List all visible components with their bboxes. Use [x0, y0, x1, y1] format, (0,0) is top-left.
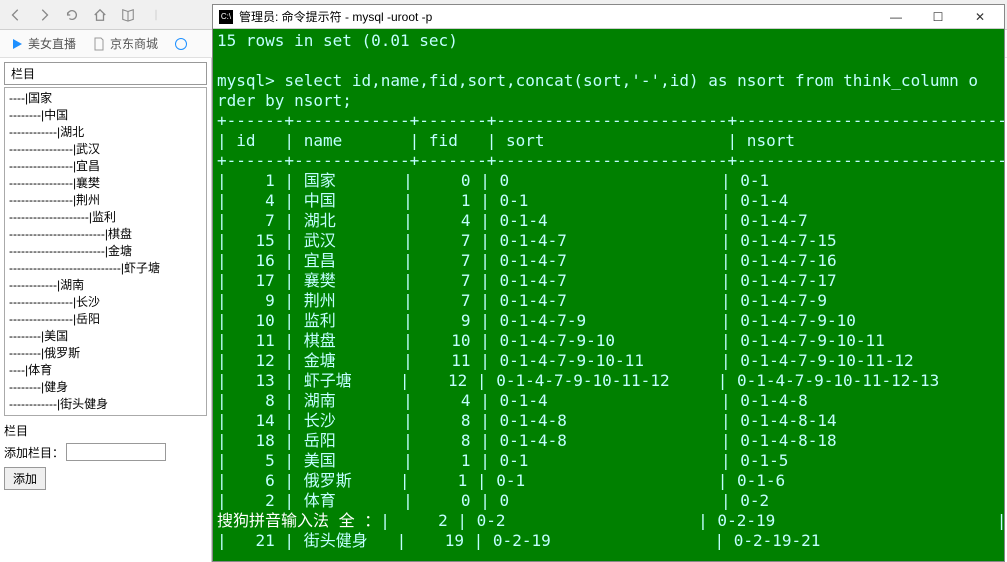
refresh-icon[interactable] — [64, 7, 80, 23]
tree-item[interactable]: --------|美国 — [9, 328, 202, 345]
cmd-icon: C:\ — [219, 10, 233, 24]
tree-item[interactable]: --------|健身 — [9, 379, 202, 396]
tree-item[interactable]: ------------------------|棋盘 — [9, 226, 202, 243]
terminal-body[interactable]: 15 rows in set (0.01 sec) mysql> select … — [213, 29, 1004, 561]
terminal-title: 管理员: 命令提示符 - mysql -uroot -p — [239, 8, 878, 25]
tree-item[interactable]: ----------------|武汉 — [9, 141, 202, 158]
tree-item[interactable]: ----------------------------|虾子塘 — [9, 260, 202, 277]
add-button[interactable]: 添加 — [4, 467, 46, 490]
tree-item[interactable]: ------------|湖南 — [9, 277, 202, 294]
terminal-titlebar[interactable]: C:\ 管理员: 命令提示符 - mysql -uroot -p — ☐ ✕ — [213, 5, 1004, 29]
tree-item[interactable]: ----|国家 — [9, 90, 202, 107]
tree-item[interactable]: --------|中国 — [9, 107, 202, 124]
add-column-input[interactable] — [66, 443, 166, 461]
tree-item[interactable]: ----------------|长沙 — [9, 294, 202, 311]
forward-icon[interactable] — [36, 7, 52, 23]
back-icon[interactable] — [8, 7, 24, 23]
add-label: 添加栏目： — [4, 444, 64, 461]
home-icon[interactable] — [92, 7, 108, 23]
maximize-button[interactable]: ☐ — [920, 7, 956, 27]
terminal-window: C:\ 管理员: 命令提示符 - mysql -uroot -p — ☐ ✕ 1… — [212, 4, 1005, 562]
window-controls: — ☐ ✕ — [878, 7, 998, 27]
bookmark-item[interactable] — [174, 37, 192, 51]
separator-icon — [148, 7, 164, 23]
tree-item[interactable]: ----------------|荆州 — [9, 192, 202, 209]
bookmark-item[interactable]: 京东商城 — [92, 35, 158, 52]
book-icon[interactable] — [120, 7, 136, 23]
minimize-button[interactable]: — — [878, 7, 914, 27]
tree-item[interactable]: ----------------|岳阳 — [9, 311, 202, 328]
left-panel: 栏目 ----|国家--------|中国------------|湖北----… — [0, 58, 212, 562]
tree-item[interactable]: --------|俄罗斯 — [9, 345, 202, 362]
play-icon — [10, 37, 24, 51]
file-icon — [92, 37, 106, 51]
bookmark-label: 京东商城 — [110, 35, 158, 52]
tree-item[interactable]: ----------------|襄樊 — [9, 175, 202, 192]
add-column-row: 添加栏目： — [4, 441, 207, 463]
tree-area[interactable]: ----|国家--------|中国------------|湖北-------… — [4, 87, 207, 416]
bookmark-label: 美女直播 — [28, 35, 76, 52]
tree-item[interactable]: ------------|街头健身 — [9, 396, 202, 413]
label-row: 栏目 — [4, 420, 207, 441]
bookmark-item[interactable]: 美女直播 — [10, 35, 76, 52]
tree-item[interactable]: ------------------------|金塘 — [9, 243, 202, 260]
column-header: 栏目 — [4, 62, 207, 85]
close-button[interactable]: ✕ — [962, 7, 998, 27]
tree-item[interactable]: ----------------|宜昌 — [9, 158, 202, 175]
tree-item[interactable]: --------------------|监利 — [9, 209, 202, 226]
tree-item[interactable]: ------------|湖北 — [9, 124, 202, 141]
tree-item[interactable]: ----|体育 — [9, 362, 202, 379]
circle-icon — [174, 37, 188, 51]
